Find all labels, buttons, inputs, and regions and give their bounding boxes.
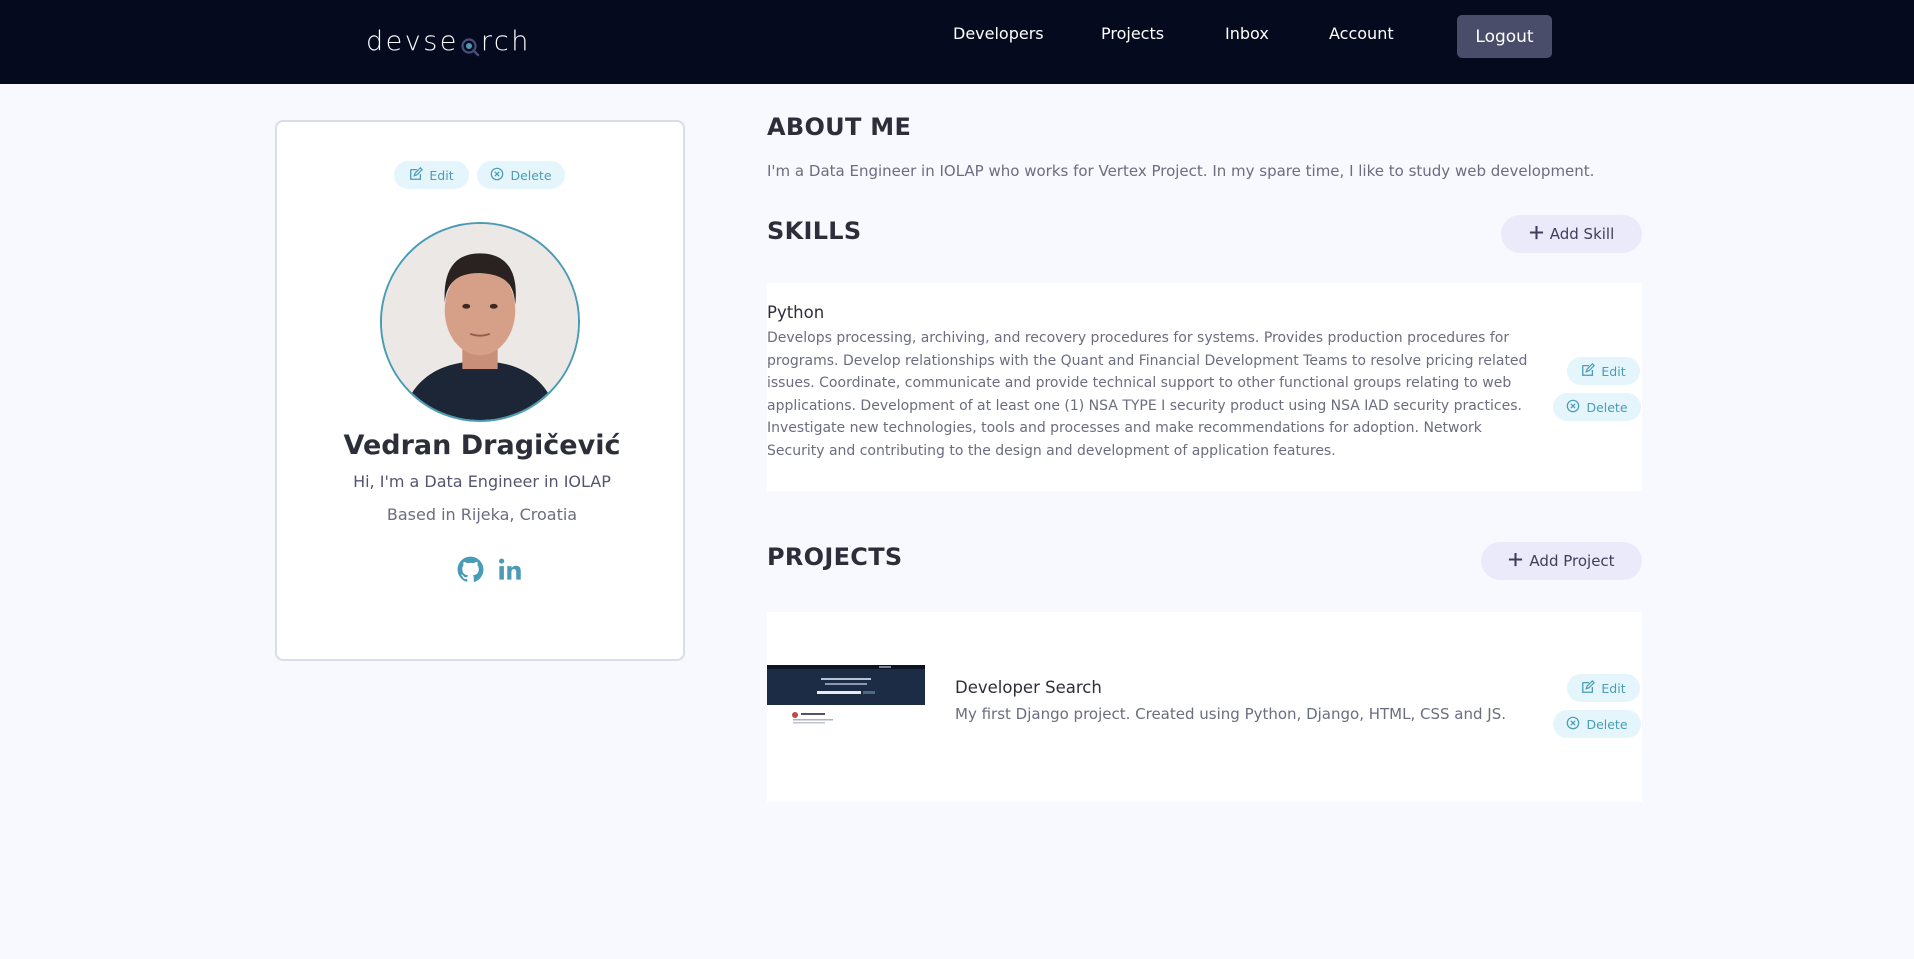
delete-project-button[interactable]: Delete [1553, 710, 1641, 738]
project-title[interactable]: Developer Search [955, 678, 1102, 697]
add-project-label: Add Project [1529, 552, 1615, 570]
delete-icon [490, 167, 504, 184]
project-description: My first Django project. Created using P… [955, 705, 1507, 723]
plus-icon [1508, 552, 1523, 571]
edit-label: Edit [429, 167, 454, 183]
edit-label: Edit [1601, 363, 1626, 379]
magnifier-icon [460, 33, 480, 57]
project-card: Developer Search My first Django project… [767, 612, 1642, 802]
social-links [457, 556, 523, 583]
nav-account[interactable]: Account [1329, 24, 1394, 43]
avatar-portrait [382, 224, 578, 420]
nav-inbox[interactable]: Inbox [1225, 24, 1269, 43]
developer-location: Based in Rijeka, Croatia [386, 505, 578, 524]
nav-projects[interactable]: Projects [1101, 24, 1164, 43]
skills-title: SKILLS [767, 217, 862, 245]
skill-name: Python [767, 303, 825, 322]
edit-icon [1581, 362, 1596, 380]
nav-developers[interactable]: Developers [953, 24, 1044, 43]
delete-icon [1566, 716, 1580, 733]
projects-title: PROJECTS [767, 543, 903, 571]
edit-profile-button[interactable]: Edit [394, 161, 469, 189]
edit-skill-button[interactable]: Edit [1567, 357, 1640, 385]
add-project-button[interactable]: Add Project [1481, 542, 1642, 580]
linkedin-icon[interactable] [496, 556, 523, 583]
delete-label: Delete [510, 167, 552, 183]
edit-label: Edit [1601, 680, 1626, 696]
delete-profile-button[interactable]: Delete [477, 161, 565, 189]
edit-project-button[interactable]: Edit [1567, 674, 1640, 702]
logo-text-start: devse [366, 25, 459, 57]
project-thumbnail[interactable] [767, 665, 925, 745]
logo-text-end: rch [480, 25, 531, 57]
developer-name: Vedran Dragičević [343, 430, 621, 461]
profile-card: Edit Delete Vedran Dragičević Hi, I'm a … [275, 120, 685, 661]
about-text: I'm a Data Engineer in IOLAP who works f… [767, 162, 1595, 180]
avatar [380, 222, 580, 422]
add-skill-button[interactable]: Add Skill [1501, 215, 1642, 253]
delete-label: Delete [1586, 399, 1628, 415]
edit-icon [1581, 679, 1596, 697]
delete-skill-button[interactable]: Delete [1553, 393, 1641, 421]
delete-label: Delete [1586, 716, 1628, 732]
add-skill-label: Add Skill [1549, 225, 1615, 243]
plus-icon [1529, 225, 1544, 244]
devsearch-logo[interactable]: devse rch [366, 24, 531, 58]
about-title: ABOUT ME [767, 113, 912, 141]
delete-icon [1566, 399, 1580, 416]
logout-button[interactable]: Logout [1457, 15, 1552, 58]
skill-description: Develops processing, archiving, and reco… [767, 330, 1528, 459]
navbar: devse rch Developers Projects Inbox Accou… [0, 0, 1914, 84]
developer-short-intro: Hi, I'm a Data Engineer in IOLAP [353, 472, 611, 491]
edit-icon [409, 166, 424, 184]
skill-card: Python Develops processing, archiving, a… [767, 283, 1642, 491]
github-icon[interactable] [457, 556, 484, 583]
